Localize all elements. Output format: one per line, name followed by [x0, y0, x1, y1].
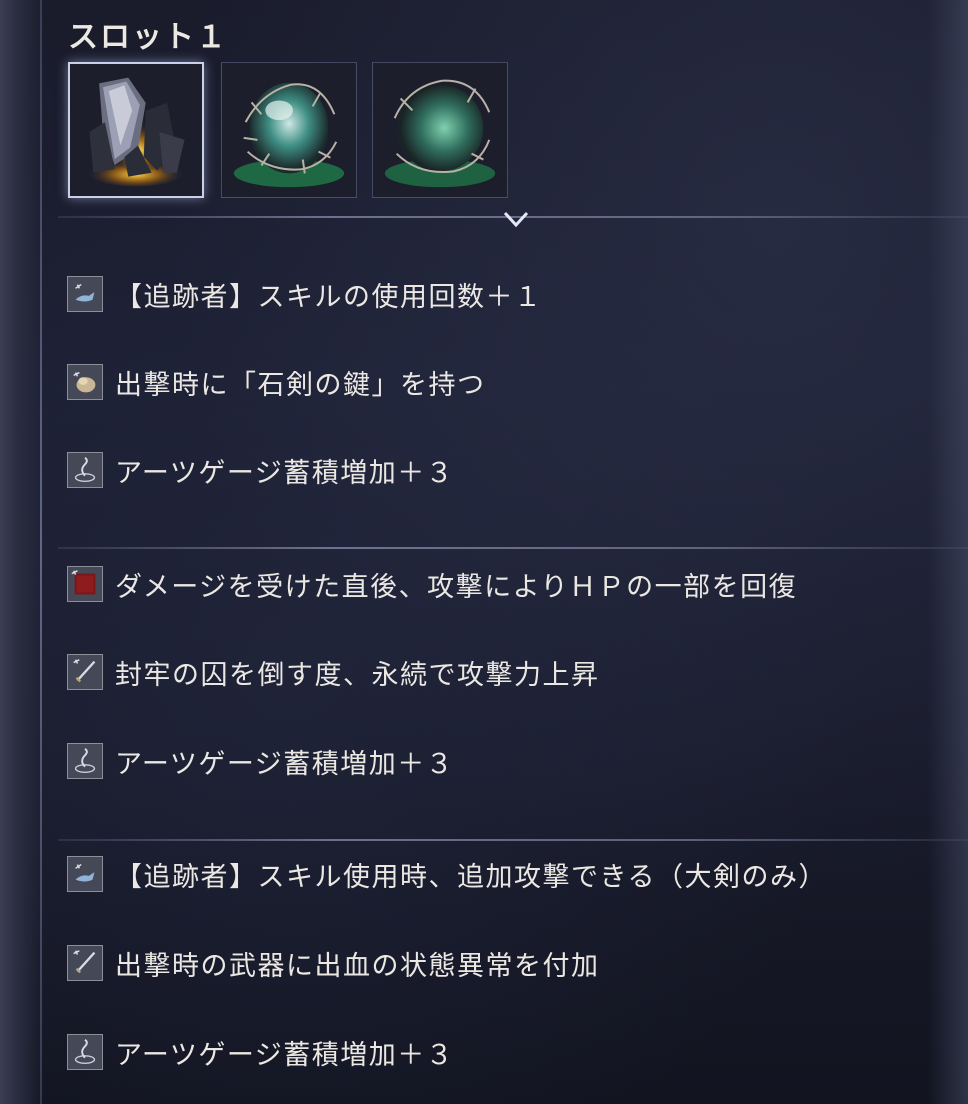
sword-icon [67, 945, 103, 981]
effect-text: アーツゲージ蓄積増加＋３ [115, 1039, 455, 1071]
arts-gauge-icon [67, 452, 103, 488]
effect-row: 【追跡者】スキルの使用回数＋１ [67, 276, 543, 313]
pouch-item-icon [67, 364, 103, 400]
gold-shard-relic-icon [70, 64, 202, 196]
effect-row: アーツゲージ蓄積増加＋３ [67, 1034, 455, 1071]
left-frame [0, 0, 44, 1104]
relic-slot-3[interactable] [372, 62, 508, 198]
effect-text: アーツゲージ蓄積増加＋３ [115, 457, 455, 489]
effect-row: アーツゲージ蓄積増加＋３ [67, 743, 455, 780]
left-frame-line [40, 0, 42, 1104]
sword-icon [67, 654, 103, 690]
effect-text: 【追跡者】スキルの使用回数＋１ [115, 281, 543, 313]
right-frame [928, 0, 968, 1104]
effect-text: アーツゲージ蓄積増加＋３ [115, 748, 455, 780]
relic-slot-1[interactable] [68, 62, 204, 198]
chevron-down-icon [503, 211, 529, 228]
effect-row: ダメージを受けた直後、攻撃によりＨＰの一部を回復 [67, 566, 798, 603]
effect-text: ダメージを受けた直後、攻撃によりＨＰの一部を回復 [115, 571, 798, 603]
green-thorn-relic-icon [222, 63, 356, 197]
hand-skill-icon [67, 856, 103, 892]
effect-text: 出撃時の武器に出血の状態異常を付加 [115, 950, 600, 982]
relic-slot-2[interactable] [221, 62, 357, 198]
red-square-icon [67, 566, 103, 602]
effect-row: 出撃時に「石剣の鍵」を持つ [67, 364, 486, 401]
slot-title: スロット１ [68, 20, 228, 55]
arts-gauge-icon [67, 743, 103, 779]
green-moon-relic-icon [373, 63, 507, 197]
group-divider [58, 839, 968, 841]
effect-text: 【追跡者】スキル使用時、追加攻撃できる（大剣のみ） [115, 861, 827, 893]
effect-text: 出撃時に「石剣の鍵」を持つ [115, 369, 486, 401]
effect-text: 封牢の囚を倒す度、永続で攻撃力上昇 [115, 659, 600, 691]
effect-row: 【追跡者】スキル使用時、追加攻撃できる（大剣のみ） [67, 856, 827, 893]
effect-row: 出撃時の武器に出血の状態異常を付加 [67, 945, 600, 982]
group-divider [58, 547, 968, 549]
effect-row: アーツゲージ蓄積増加＋３ [67, 452, 455, 489]
effect-row: 封牢の囚を倒す度、永続で攻撃力上昇 [67, 654, 600, 691]
arts-gauge-icon [67, 1034, 103, 1070]
hand-skill-icon [67, 276, 103, 312]
